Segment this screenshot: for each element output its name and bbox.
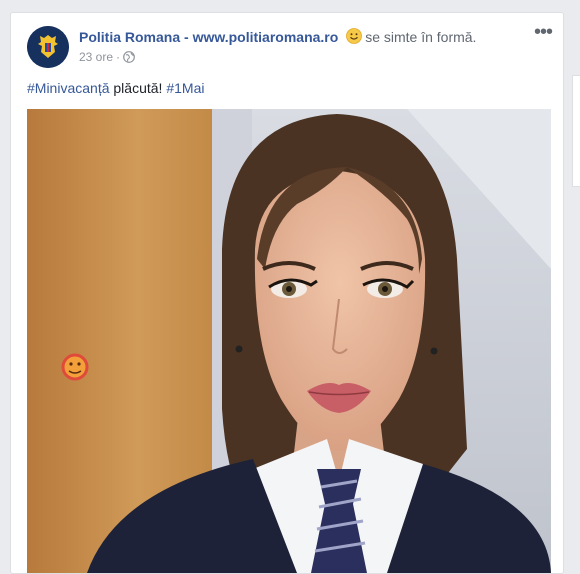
- page-avatar[interactable]: [27, 26, 69, 68]
- photo-sticker-emoji: [61, 353, 89, 381]
- timestamp-link[interactable]: 23 ore: [79, 50, 113, 64]
- post-meta: 23 ore ·: [79, 50, 135, 64]
- post-message: #Minivacanță plăcută! #1Mai: [27, 80, 204, 96]
- post-text-middle: plăcută!: [109, 80, 167, 96]
- selfie-image: [27, 109, 551, 573]
- side-panel-edge: [572, 75, 580, 187]
- globe-icon[interactable]: [123, 51, 135, 63]
- post-card: Politia Romana - www.politiaromana.ro se…: [10, 12, 564, 574]
- hashtag-1mai[interactable]: #1Mai: [166, 80, 204, 96]
- more-options-button[interactable]: •••: [531, 22, 555, 44]
- smiling-face-emoji-icon: [346, 28, 363, 44]
- feeling-text: se simte în formă.: [365, 29, 477, 45]
- page-name-link[interactable]: Politia Romana - www.politiaromana.ro: [79, 29, 338, 45]
- police-crest-icon: [27, 26, 69, 68]
- post-header: Politia Romana - www.politiaromana.ro se…: [79, 28, 476, 45]
- post-photo[interactable]: [27, 109, 551, 573]
- meta-separator: ·: [116, 50, 121, 64]
- hashtag-minivacanta[interactable]: #Minivacanță: [27, 80, 110, 96]
